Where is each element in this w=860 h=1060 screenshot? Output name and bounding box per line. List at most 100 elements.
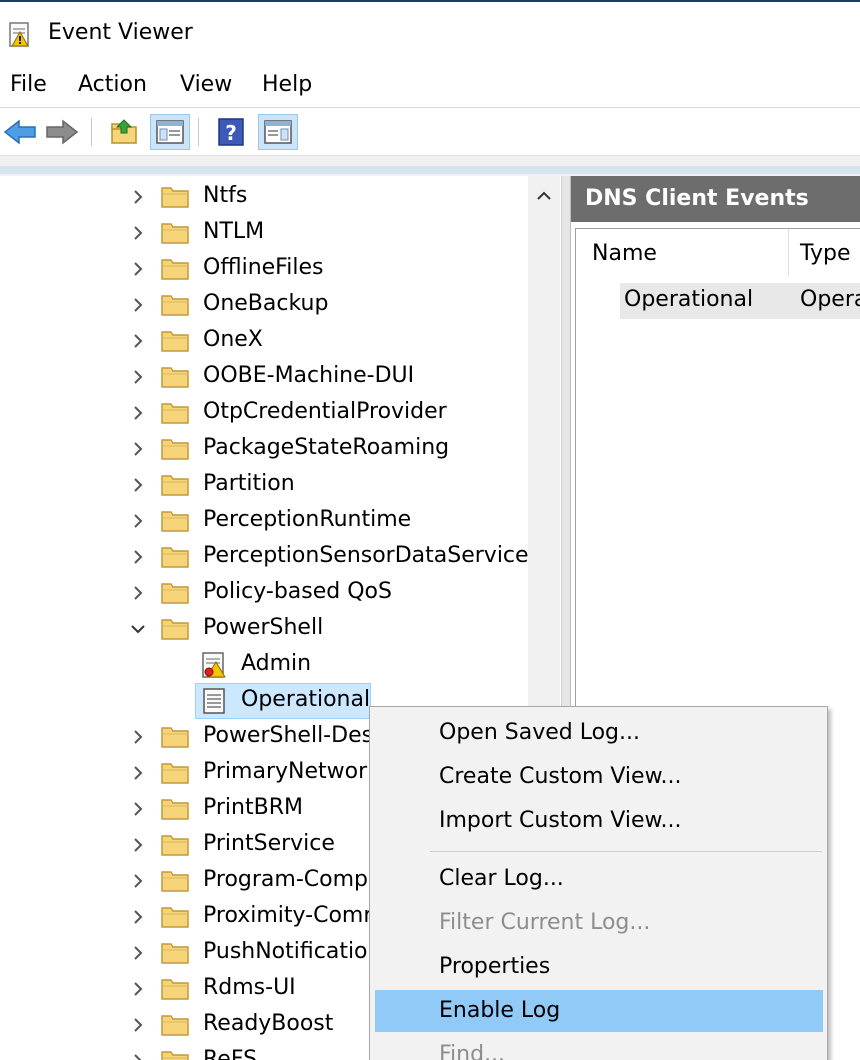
up-level-button[interactable] [104,114,144,150]
tree-item-label: Policy-based QoS [203,579,392,604]
chevron-right-icon[interactable] [128,1051,148,1060]
menu-item-label: Find... [439,1042,506,1060]
tree-item[interactable]: OOBE-Machine-DUI [0,359,530,395]
tree-item-label: PowerShell [203,615,324,640]
show-hide-action-pane-button[interactable] [258,114,298,150]
menu-item-clear-log[interactable]: Clear Log... [370,858,829,900]
tree-item-label: ReadyBoost [203,1011,334,1036]
chevron-right-icon[interactable] [128,295,148,315]
chevron-right-icon[interactable] [128,1015,148,1035]
menu-file[interactable]: File [10,72,47,97]
folder-icon [161,1051,189,1060]
tree-item[interactable]: Policy-based QoS [0,575,530,611]
folder-icon [161,907,189,928]
menu-item-label: Open Saved Log... [439,720,640,745]
menu-item-enable-log[interactable]: Enable Log [370,990,829,1032]
tree-item-label: OneX [203,327,263,352]
chevron-right-icon[interactable] [128,259,148,279]
forward-button[interactable] [42,114,82,150]
folder-icon [161,331,189,352]
folder-icon [161,547,189,568]
menu-item-label: Filter Current Log... [439,910,651,935]
column-header-name[interactable]: Name [592,241,657,266]
chevron-right-icon[interactable] [128,403,148,423]
chevron-right-icon[interactable] [128,331,148,351]
folder-icon [161,403,189,424]
chevron-right-icon[interactable] [128,907,148,927]
tree-item-label: OneBackup [203,291,329,316]
menu-item-properties[interactable]: Properties [370,946,829,988]
tree-item[interactable]: OneBackup [0,287,530,323]
tree-item[interactable]: Partition [0,467,530,503]
tree-item-label: OOBE-Machine-DUI [203,363,415,388]
list-row[interactable]: Operational Opera [620,283,860,319]
menu-item-create-custom-view[interactable]: Create Custom View... [370,756,829,798]
svg-text:?: ? [225,121,237,145]
show-hide-action-pane-icon [264,120,292,144]
admin-log-icon [202,652,226,678]
help-button[interactable]: ? [211,114,251,150]
log-icon [203,688,225,714]
tree-item-label: Ntfs [203,183,248,208]
folder-icon [161,871,189,892]
column-divider[interactable] [788,229,789,277]
chevron-right-icon[interactable] [128,187,148,207]
menu-help[interactable]: Help [262,72,312,97]
up-folder-icon [111,119,137,144]
menu-item-open-saved-log[interactable]: Open Saved Log... [370,712,829,754]
show-hide-console-tree-button[interactable] [150,114,190,150]
chevron-right-icon[interactable] [128,439,148,459]
folder-icon [161,187,189,208]
chevron-right-icon[interactable] [128,835,148,855]
menu-view[interactable]: View [180,72,232,97]
chevron-right-icon[interactable] [128,511,148,531]
menu-action[interactable]: Action [78,72,147,97]
chevron-right-icon[interactable] [128,799,148,819]
tree-item-label: Partition [203,471,295,496]
chevron-down-icon[interactable] [128,619,148,639]
tree-item-label: OfflineFiles [203,255,324,280]
chevron-right-icon[interactable] [128,367,148,387]
tree-item[interactable]: PowerShell [0,611,530,647]
chevron-right-icon[interactable] [128,871,148,891]
window-title: Event Viewer [48,20,193,45]
chevron-right-icon[interactable] [128,547,148,567]
tree-item-label: ReFS [203,1047,258,1060]
folder-icon [161,835,189,856]
tree-item-label: PrintService [203,831,335,856]
menu-separator [430,851,822,852]
chevron-right-icon[interactable] [128,223,148,243]
menu-item-label: Properties [439,954,551,979]
tree-item[interactable]: OtpCredentialProvider [0,395,530,431]
menu-item-import-custom-view[interactable]: Import Custom View... [370,800,829,842]
folder-icon [161,943,189,964]
chevron-up-icon[interactable] [534,186,554,206]
chevron-right-icon[interactable] [128,943,148,963]
tree-item[interactable]: Admin [0,647,530,683]
tree-item-label: Proximity-Comr [203,903,373,928]
tree-item[interactable]: PerceptionRuntime [0,503,530,539]
tree-item[interactable]: PackageStateRoaming [0,431,530,467]
tree-item[interactable]: OfflineFiles [0,251,530,287]
back-button[interactable] [0,114,40,150]
tree-item-label: Rdms-UI [203,975,296,1000]
tree-item[interactable]: NTLM [0,215,530,251]
back-arrow-icon [3,119,36,145]
column-header-type[interactable]: Type [800,241,851,266]
tree-item[interactable]: PerceptionSensorDataService [0,539,530,575]
menu-item-label: Clear Log... [439,866,564,891]
folder-icon [161,223,189,244]
chevron-right-icon[interactable] [128,979,148,999]
folder-icon [161,799,189,820]
toolbar: ? [0,108,860,156]
chevron-right-icon[interactable] [128,583,148,603]
tree-item-label: PowerShell-Des [203,723,374,748]
chevron-right-icon[interactable] [128,475,148,495]
folder-icon [161,979,189,1000]
chevron-right-icon[interactable] [128,727,148,747]
chevron-right-icon[interactable] [128,763,148,783]
tree-item[interactable]: OneX [0,323,530,359]
tree-item-label: PackageStateRoaming [203,435,450,460]
tree-item[interactable]: Ntfs [0,179,530,215]
tree-item-label: PerceptionRuntime [203,507,412,532]
